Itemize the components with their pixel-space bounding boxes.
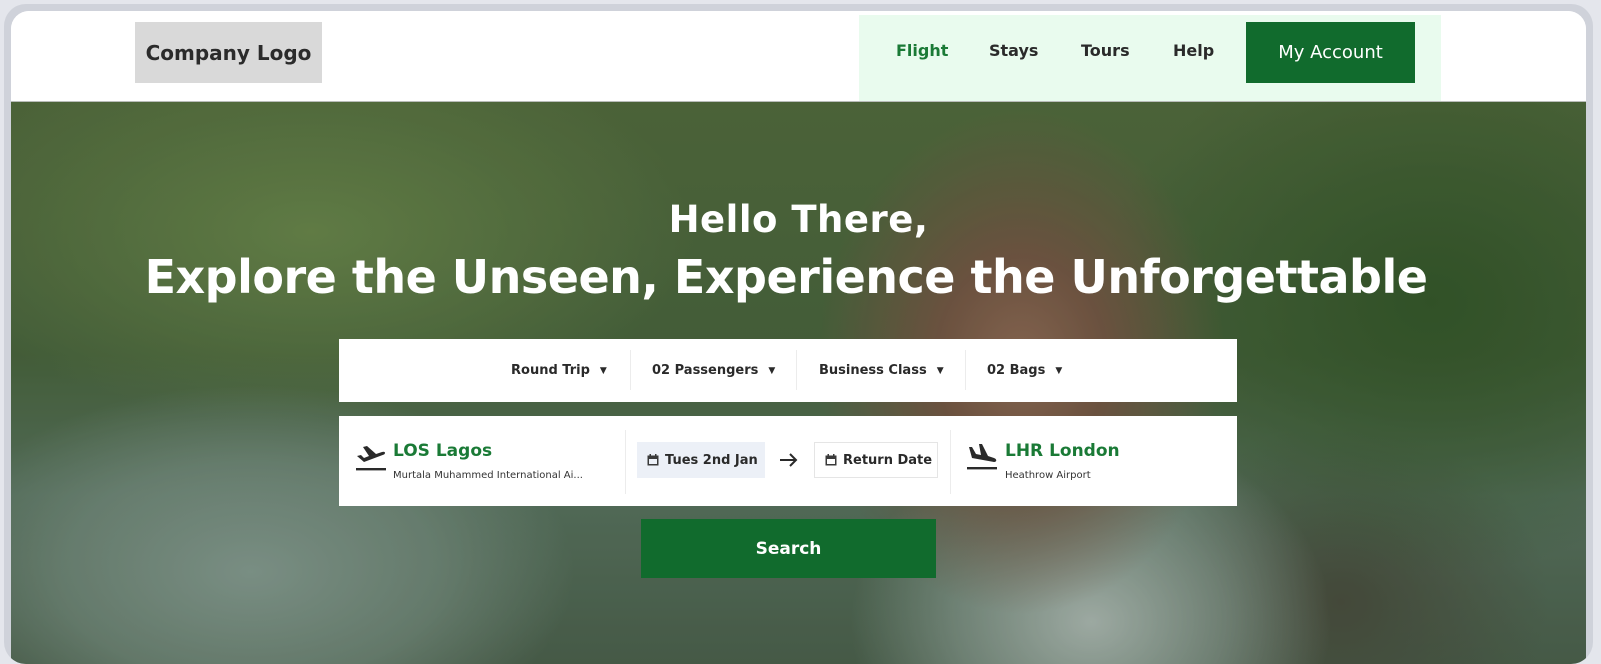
bags-dropdown[interactable]: 02 Bags ▼ <box>987 339 1062 402</box>
caret-down-icon: ▼ <box>936 365 944 376</box>
bags-label: 02 Bags <box>987 363 1046 378</box>
departure-date-label: Tues 2nd Jan <box>665 452 758 468</box>
nav-tours[interactable]: Tours <box>1081 41 1130 60</box>
departure-date-field[interactable]: Tues 2nd Jan <box>637 442 765 478</box>
caret-down-icon: ▼ <box>1055 365 1063 376</box>
return-date-field[interactable]: Return Date <box>814 442 938 478</box>
main-nav: Flight Stays Tours Help My Account <box>859 15 1441 101</box>
plane-departure-icon <box>356 446 386 471</box>
nav-flight[interactable]: Flight <box>896 41 948 60</box>
caret-down-icon: ▼ <box>768 365 776 376</box>
trip-type-label: Round Trip <box>511 363 590 378</box>
calendar-icon <box>825 454 837 466</box>
divider <box>796 350 797 390</box>
calendar-icon <box>647 454 659 466</box>
company-logo[interactable]: Company Logo <box>135 22 322 83</box>
passengers-label: 02 Passengers <box>652 363 759 378</box>
arrow-right-icon <box>780 453 798 467</box>
site-header: Company Logo Flight Stays Tours Help My … <box>11 11 1586 102</box>
divider <box>950 430 951 494</box>
nav-stays[interactable]: Stays <box>989 41 1038 60</box>
return-date-label: Return Date <box>843 452 933 468</box>
page: Company Logo Flight Stays Tours Help My … <box>11 11 1586 664</box>
caret-down-icon: ▼ <box>599 365 607 376</box>
origin-airport: Murtala Muhammed International Ai... <box>393 470 583 481</box>
cabin-class-label: Business Class <box>819 363 927 378</box>
search-button[interactable]: Search <box>641 519 936 578</box>
hero-section: Hello There, Explore the Unseen, Experie… <box>11 102 1586 664</box>
trip-options-bar: Round Trip ▼ 02 Passengers ▼ Business Cl… <box>339 339 1237 402</box>
plane-arrival-icon <box>967 444 997 470</box>
destination-airport: Heathrow Airport <box>1005 470 1091 481</box>
destination-code-city[interactable]: LHR London <box>1005 441 1120 461</box>
browser-frame: Company Logo Flight Stays Tours Help My … <box>4 4 1593 664</box>
divider <box>965 350 966 390</box>
divider <box>630 350 631 390</box>
passengers-dropdown[interactable]: 02 Passengers ▼ <box>652 339 775 402</box>
cabin-class-dropdown[interactable]: Business Class ▼ <box>819 339 944 402</box>
hero-headline: Explore the Unseen, Experience the Unfor… <box>144 250 1428 304</box>
origin-code-city[interactable]: LOS Lagos <box>393 441 492 461</box>
hero-greeting: Hello There, <box>668 198 929 241</box>
nav-help[interactable]: Help <box>1173 41 1214 60</box>
trip-type-dropdown[interactable]: Round Trip ▼ <box>511 339 607 402</box>
route-bar: LOS Lagos Murtala Muhammed International… <box>339 416 1237 506</box>
my-account-button[interactable]: My Account <box>1246 22 1415 83</box>
divider <box>625 430 626 494</box>
